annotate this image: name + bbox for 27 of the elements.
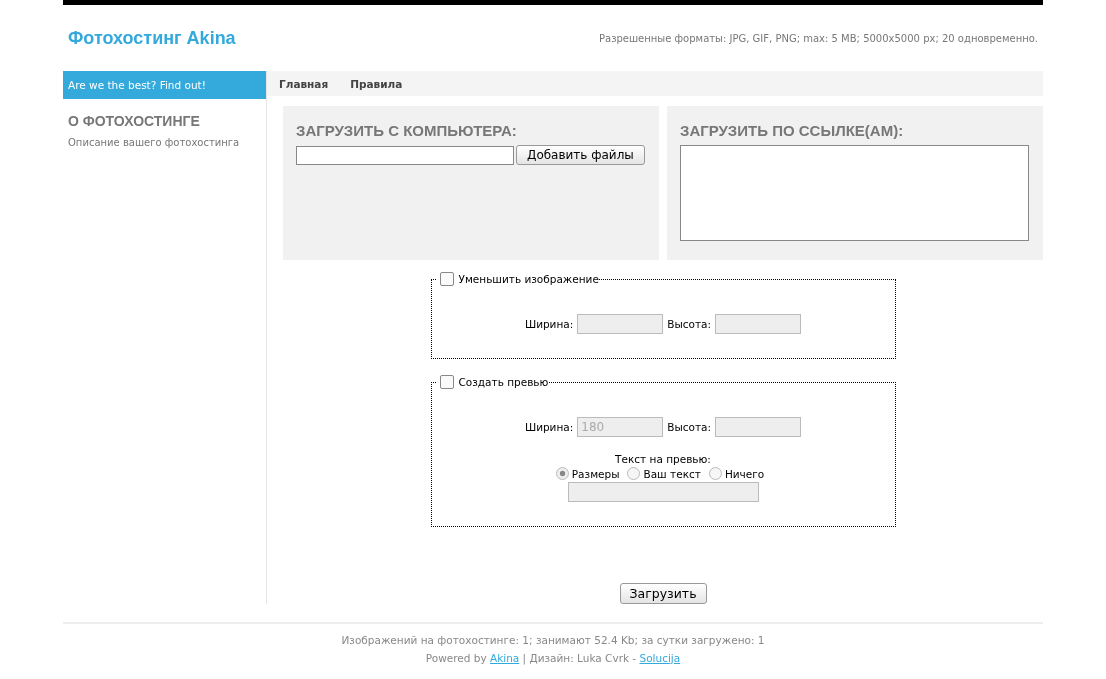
sidebar-description: Описание вашего фотохостинга	[68, 137, 241, 148]
panel-title: ЗАГРУЗИТЬ С КОМПЬЮТЕРА:	[296, 122, 518, 140]
radio-label: Ничего	[724, 467, 765, 480]
radio-label: Размеры	[571, 467, 620, 480]
width-label: Ширина:	[524, 421, 574, 433]
height-label: Высота:	[667, 318, 712, 330]
credits-text: Powered by Akina | Дизайн: Luka Cvrk - Solucija	[425, 652, 681, 664]
stats-text: Изображений на фотохостинге: 1; занимают 52.4 Kb; за сутки загружено: 1	[341, 634, 765, 646]
height-label: Высота:	[667, 421, 712, 433]
checkbox-label: Уменьшить изображение	[458, 273, 599, 285]
checkbox-label: Создать превью	[458, 376, 549, 388]
akina-link[interactable]: Akina	[490, 652, 520, 664]
preview-text-label: Текст на превью:	[615, 453, 711, 465]
file-field[interactable]	[296, 145, 514, 165]
site-title[interactable]: Фотохостинг Akina	[68, 27, 236, 49]
banner-link[interactable]: Are we the best? Find out!	[63, 71, 266, 99]
sidebar-heading: О ФОТОХОСТИНГЕ	[68, 113, 201, 129]
formats-info: Разрешенные форматы: JPG, GIF, PNG; max: 5 MB; 5000x5000 px; 20 одновременно.	[599, 32, 1038, 44]
radio-label: Ваш текст	[643, 467, 701, 480]
panel-title: ЗАГРУЗИТЬ ПО ССЫЛКЕ(АМ):	[680, 122, 905, 140]
nav-link[interactable]: Главная	[268, 77, 340, 90]
add-files-button[interactable]: Добавить файлы	[516, 145, 645, 166]
url-textarea[interactable]	[680, 145, 1029, 242]
solucija-link[interactable]: Solucija	[639, 652, 681, 664]
width-label: Ширина:	[524, 318, 574, 330]
upload-button[interactable]: Загрузить	[619, 583, 707, 604]
nav-link[interactable]: Правила	[339, 77, 414, 90]
